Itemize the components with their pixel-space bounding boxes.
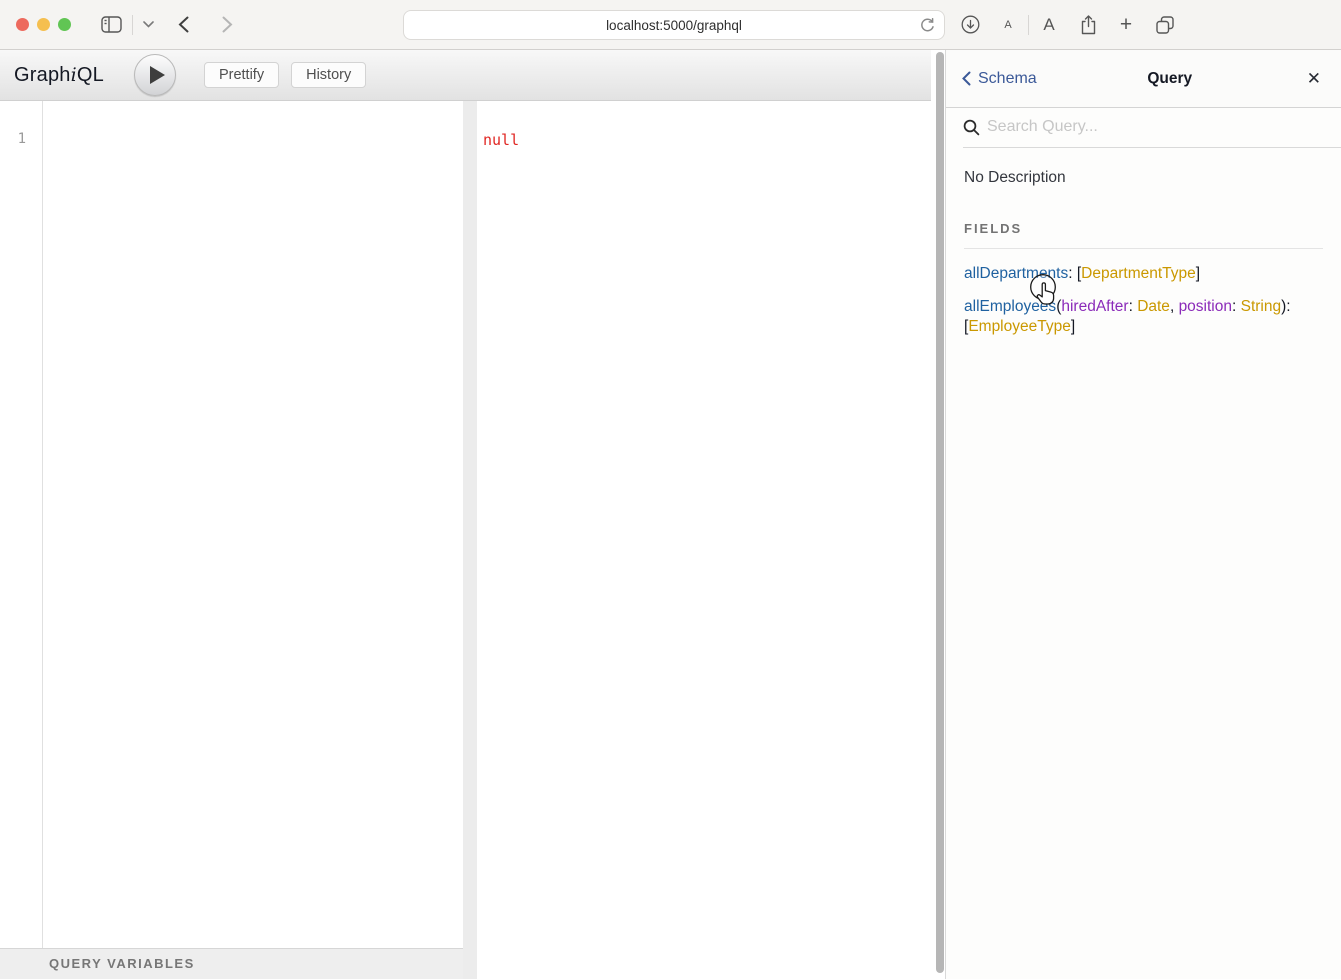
plus-icon: +	[1120, 14, 1132, 35]
doc-fields-heading: FIELDS	[964, 221, 1323, 249]
divider	[132, 15, 133, 35]
big-a-label: A	[1043, 15, 1054, 35]
graphiql-app: GraphiQL Prettify History 1 QUERY VARIAB…	[0, 50, 945, 979]
tab-overview-icon[interactable]	[1145, 16, 1185, 34]
vertical-scrollbar[interactable]	[936, 52, 944, 973]
doc-field-part-plain: ]	[1196, 265, 1200, 282]
reload-icon[interactable]	[919, 17, 936, 34]
increase-font-button[interactable]: A	[1029, 15, 1069, 35]
doc-body: No Description FIELDS allDepartments: [D…	[946, 148, 1341, 364]
doc-field-part-field[interactable]: allEmployees	[964, 298, 1056, 315]
editor-gutter: 1	[0, 101, 43, 948]
chevron-down-icon[interactable]	[143, 21, 154, 28]
search-icon	[963, 119, 980, 136]
doc-search-input[interactable]	[987, 118, 1341, 136]
doc-field-part-arg[interactable]: position	[1179, 298, 1232, 315]
doc-search-row	[963, 108, 1341, 148]
result-pane: null	[477, 101, 945, 979]
doc-fields-list: allDepartments: [DepartmentType]allEmplo…	[964, 264, 1323, 337]
chevron-left-icon	[962, 71, 971, 86]
query-variables-toggle[interactable]: QUERY VARIABLES	[0, 948, 463, 979]
small-a-label: A	[1004, 19, 1011, 31]
graphiql-logo: GraphiQL	[14, 64, 104, 87]
history-button[interactable]: History	[291, 62, 366, 88]
doc-field-entry[interactable]: allEmployees(hiredAfter: Date, position:…	[964, 297, 1323, 337]
doc-description: No Description	[964, 169, 1323, 187]
doc-back-label: Schema	[978, 70, 1037, 88]
close-window-button[interactable]	[16, 18, 29, 31]
query-editor[interactable]: 1	[0, 101, 463, 948]
zoom-window-button[interactable]	[58, 18, 71, 31]
query-editor-pane: 1 QUERY VARIABLES	[0, 101, 463, 979]
prettify-button[interactable]: Prettify	[204, 62, 279, 88]
doc-field-part-field[interactable]: allDepartments	[964, 265, 1068, 282]
doc-field-part-plain: ,	[1170, 298, 1179, 315]
back-button[interactable]	[178, 16, 189, 33]
downloads-icon[interactable]	[952, 15, 988, 34]
doc-field-entry[interactable]: allDepartments: [DepartmentType]	[964, 264, 1323, 284]
share-icon[interactable]	[1069, 15, 1107, 35]
doc-field-part-type[interactable]: String	[1241, 298, 1282, 315]
doc-close-button[interactable]: ✕	[1303, 67, 1325, 91]
doc-field-part-plain: :	[1232, 298, 1241, 315]
new-tab-button[interactable]: +	[1107, 14, 1145, 35]
line-number: 1	[0, 131, 42, 147]
doc-field-part-arg[interactable]: hiredAfter	[1061, 298, 1128, 315]
minimize-window-button[interactable]	[37, 18, 50, 31]
doc-explorer-panel: Schema Query ✕ No Description FIELDS all…	[945, 50, 1341, 979]
doc-type-title: Query	[1037, 70, 1303, 88]
sidebar-toggle-icon[interactable]	[101, 16, 122, 33]
window-controls	[16, 18, 71, 31]
pane-resize-handle[interactable]	[463, 101, 477, 979]
query-code-area[interactable]	[43, 101, 463, 948]
doc-field-part-plain: : [	[1068, 265, 1081, 282]
doc-field-part-type[interactable]: Date	[1137, 298, 1170, 315]
play-icon	[150, 66, 165, 84]
result-value: null	[483, 131, 519, 149]
logo-text: QL	[77, 64, 104, 86]
doc-explorer-header: Schema Query ✕	[946, 50, 1341, 108]
execute-query-button[interactable]	[134, 54, 176, 96]
forward-button[interactable]	[222, 16, 233, 33]
address-bar[interactable]: localhost:5000/graphql	[403, 10, 945, 40]
logo-text: Graph	[14, 64, 71, 86]
doc-field-part-type[interactable]: DepartmentType	[1081, 265, 1196, 282]
browser-chrome: localhost:5000/graphql A A	[0, 0, 1341, 50]
graphiql-toolbar: GraphiQL Prettify History	[0, 50, 931, 101]
doc-field-part-plain: :	[1129, 298, 1138, 315]
doc-field-part-type[interactable]: EmployeeType	[968, 318, 1071, 335]
doc-back-link[interactable]: Schema	[962, 70, 1037, 88]
url-text: localhost:5000/graphql	[606, 18, 742, 33]
doc-field-part-plain: ]	[1071, 318, 1075, 335]
decrease-font-button[interactable]: A	[988, 19, 1028, 31]
